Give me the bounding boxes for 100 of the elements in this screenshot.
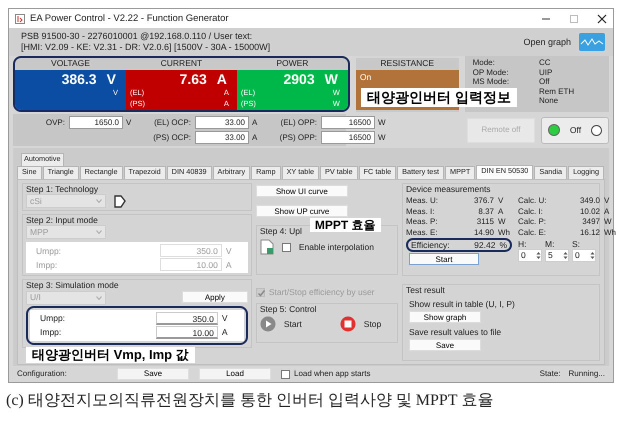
spinner-field[interactable]: 0 bbox=[572, 248, 596, 262]
unit-label: V bbox=[224, 246, 232, 256]
readout-unit: V bbox=[106, 70, 116, 88]
measure-label: Meas. U: bbox=[406, 196, 440, 206]
unit-label: A bbox=[497, 206, 504, 216]
file-icon[interactable] bbox=[260, 239, 274, 256]
measure-value: 8.37 bbox=[477, 206, 494, 216]
spinner-arrows-icon[interactable] bbox=[563, 250, 568, 260]
unit-label: V bbox=[603, 196, 610, 206]
graph-icon[interactable] bbox=[579, 33, 605, 51]
curve-button[interactable]: Show UP curve bbox=[256, 205, 348, 217]
start-button[interactable]: Start bbox=[409, 252, 479, 265]
readout-heading: VOLTAGE bbox=[50, 58, 91, 70]
limit-field[interactable]: 1650.0 bbox=[69, 116, 123, 129]
figure-caption: (c) 태양전지모의직류전원장치를 통한 인버터 입력사양 및 MPPT 효율 bbox=[6, 391, 494, 410]
checkbox-label: Load when app starts bbox=[294, 369, 370, 379]
readout-value: 2903 bbox=[283, 70, 315, 88]
apply-button[interactable]: Apply bbox=[182, 290, 248, 303]
annotation-label: 태양광인버터 입력정보 bbox=[361, 88, 517, 107]
unit-label: A bbox=[220, 326, 228, 338]
save-result-button[interactable]: Save bbox=[409, 339, 481, 352]
spinner-field[interactable]: 5 bbox=[545, 248, 569, 262]
spinner-arrows-icon[interactable] bbox=[536, 250, 541, 260]
output-toggle[interactable]: Off bbox=[541, 116, 609, 144]
readout-value: 386.3 bbox=[62, 70, 97, 88]
value-field[interactable]: 350.0 bbox=[156, 312, 218, 325]
spinner-arrows-icon[interactable] bbox=[590, 250, 595, 260]
efficiency-label: Efficiency: bbox=[411, 240, 450, 250]
config-label: Configuration: bbox=[17, 369, 68, 379]
radio-button[interactable] bbox=[591, 124, 602, 136]
group-title: Test result bbox=[406, 284, 446, 296]
caret-icon bbox=[96, 230, 102, 234]
open-graph-link[interactable]: Open graph bbox=[523, 36, 571, 48]
measure-value: 16.12 bbox=[578, 228, 600, 238]
measure-value: 376.7 bbox=[472, 196, 494, 206]
limit-field[interactable]: 16500 bbox=[321, 116, 375, 129]
checkbox[interactable] bbox=[281, 370, 290, 378]
measure-value: 3115 bbox=[476, 217, 494, 227]
status-label: MS Mode: bbox=[472, 77, 510, 87]
state-label: State: bbox=[540, 369, 561, 379]
limit-label: (PS) OCP: bbox=[152, 132, 192, 142]
device-info: PSB 91500-30 - 2276010001 @192.168.0.110 / User text: bbox=[21, 31, 254, 42]
measure-label: Calc. E: bbox=[518, 228, 548, 238]
output-label: Off bbox=[570, 124, 582, 136]
readout-unit: W bbox=[324, 70, 338, 88]
group-title: Step 1: Technology bbox=[26, 184, 100, 194]
unit-label: W bbox=[497, 217, 507, 227]
limit-field[interactable]: 16500 bbox=[321, 131, 375, 144]
unit-label: A bbox=[224, 260, 232, 270]
status-value: None bbox=[539, 96, 560, 106]
unit-label: Wh bbox=[497, 228, 511, 238]
readout-heading: POWER bbox=[275, 58, 310, 70]
status-value: UIP bbox=[539, 68, 554, 78]
stop-label: Stop bbox=[364, 319, 382, 330]
limit-field[interactable]: 33.00 bbox=[195, 131, 249, 144]
measure-label: Calc. I: bbox=[518, 206, 544, 216]
save-config-button[interactable]: Save bbox=[117, 368, 189, 380]
status-value: CC bbox=[539, 58, 552, 68]
state-value: Running... bbox=[568, 369, 605, 379]
load-config-button[interactable]: Load bbox=[199, 368, 271, 380]
field-label: Impp: bbox=[40, 326, 62, 338]
close-icon[interactable] bbox=[597, 14, 607, 24]
play-icon[interactable] bbox=[260, 316, 276, 332]
limit-label: (PS) OPP: bbox=[278, 132, 318, 142]
limit-unit: W bbox=[377, 118, 387, 128]
timer-label: H: bbox=[518, 238, 528, 249]
limit-field[interactable]: 33.00 bbox=[195, 116, 249, 129]
caret-icon bbox=[96, 296, 102, 300]
curve-button[interactable]: Show UI curve bbox=[256, 185, 348, 197]
document-icon[interactable] bbox=[114, 194, 126, 208]
measure-value: 349.0 bbox=[578, 196, 600, 206]
readout-unit: A bbox=[216, 70, 227, 88]
measure-label: Meas. I: bbox=[406, 206, 436, 216]
spinner-field[interactable]: 0 bbox=[518, 248, 542, 262]
field-label: Impp: bbox=[36, 260, 58, 270]
checkbox-label: Start/Stop efficiency by user bbox=[268, 287, 375, 298]
unit-label: A bbox=[603, 206, 610, 216]
firmware-info: [HMI: V2.09 - KE: V2.31 - DR: V2.0.6] [1500V - 30A - 15000W] bbox=[21, 42, 270, 53]
readout-value: 7.63 bbox=[180, 70, 207, 88]
limit-unit: A bbox=[251, 118, 258, 128]
limit-label: (EL) OPP: bbox=[280, 118, 318, 128]
unit-label: V bbox=[497, 196, 504, 206]
timer-label: M: bbox=[545, 238, 556, 249]
checkbox[interactable] bbox=[282, 242, 291, 252]
status-value: Off bbox=[539, 77, 551, 87]
caret-icon bbox=[96, 199, 102, 204]
window-title: EA Power Control - V2.22 - Function Generator bbox=[30, 12, 229, 24]
group-title: Step 3: Simulation mode bbox=[26, 280, 120, 291]
value-field[interactable]: 10.00 bbox=[156, 326, 218, 339]
efficiency-value: 92.42 bbox=[474, 240, 496, 250]
limit-unit: V bbox=[125, 118, 132, 128]
measure-label: Meas. E: bbox=[406, 228, 439, 238]
stop-icon[interactable] bbox=[340, 316, 356, 332]
annotation-label: 태양광인버터 Vmp, Imp 값 bbox=[26, 347, 195, 363]
group-title: Device measurements bbox=[406, 184, 492, 194]
measure-value: 14.90 bbox=[472, 228, 494, 238]
limit-label: (EL) OCP: bbox=[153, 118, 192, 128]
readout-heading: RESISTANCE bbox=[379, 58, 436, 70]
limit-unit: A bbox=[251, 132, 258, 142]
show-graph-button[interactable]: Show graph bbox=[409, 311, 481, 324]
